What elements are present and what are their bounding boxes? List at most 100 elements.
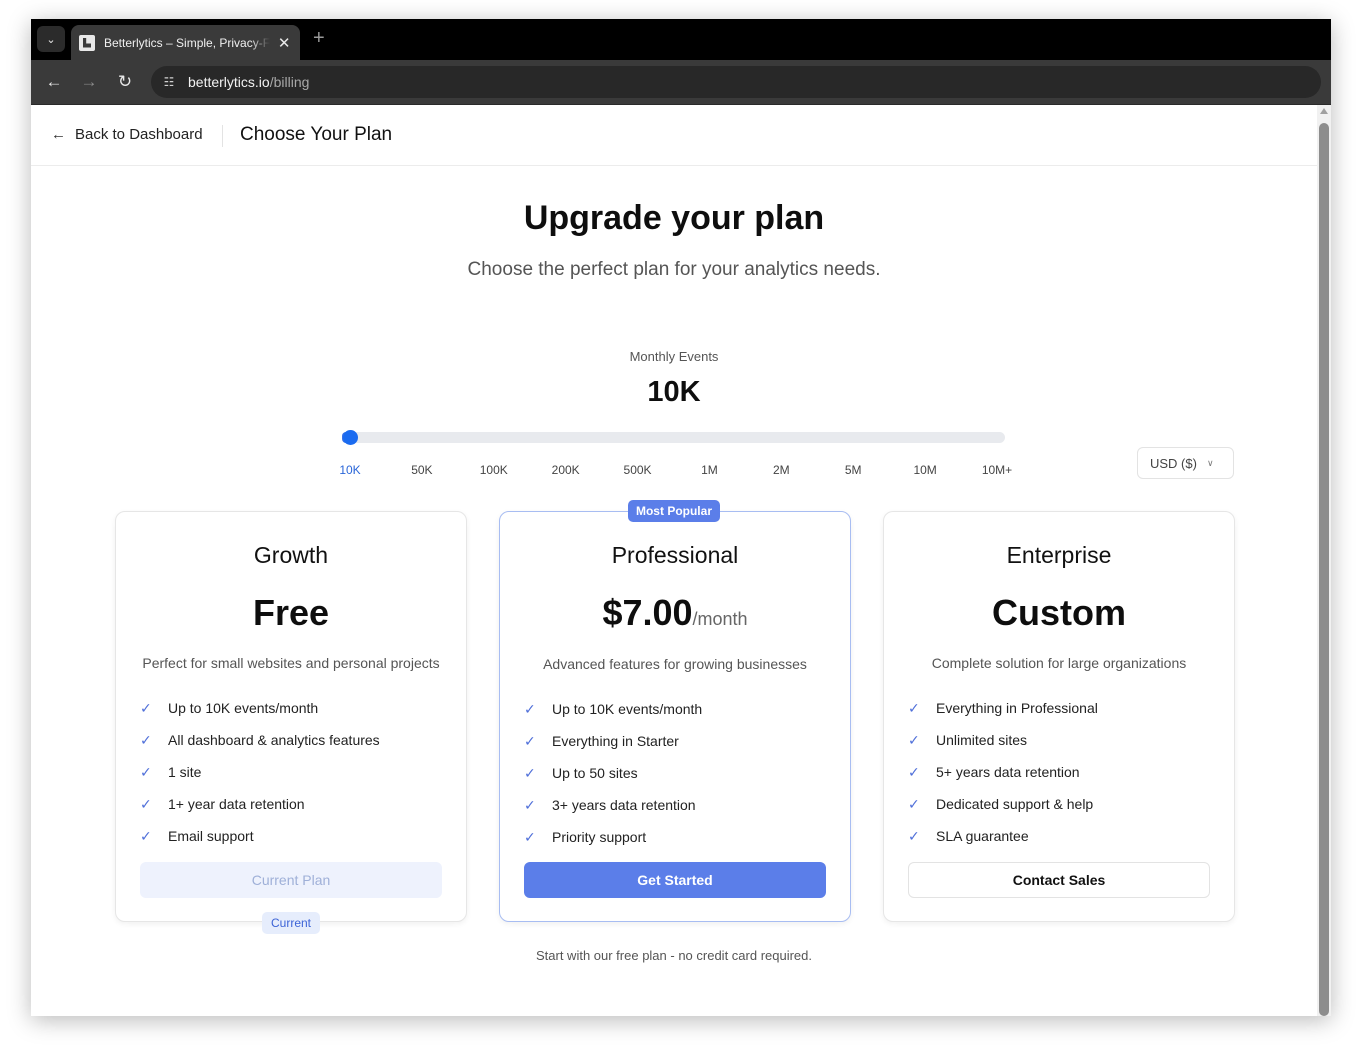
slider-tick[interactable]: 100K	[480, 463, 508, 477]
plan-card-professional: Most Popular Professional $7.00/month Ad…	[499, 500, 851, 922]
feature-label: All dashboard & analytics features	[168, 732, 380, 748]
browser-toolbar: ← → ↻ ☷ betterlytics.io/billing	[31, 60, 1331, 105]
feature-label: Everything in Starter	[552, 733, 679, 749]
plan-price: Free	[116, 592, 466, 634]
slider-tick[interactable]: 50K	[411, 463, 432, 477]
slider-tick[interactable]: 10M+	[982, 463, 1012, 477]
plan-name: Enterprise	[1006, 542, 1112, 568]
page-scrollbar[interactable]	[1317, 105, 1331, 1016]
check-icon: ✓	[524, 828, 536, 845]
hero-subtitle: Choose the perfect plan for your analyti…	[467, 259, 881, 280]
feature-item: ✓ 1 site	[140, 756, 380, 788]
page-title: Choose Your Plan	[240, 124, 393, 145]
tab-search-button[interactable]: ⌄	[37, 26, 65, 52]
slider-tick[interactable]: 1M	[701, 463, 718, 477]
new-tab-plus-icon[interactable]: +	[313, 27, 325, 50]
footnote: Start with our free plan - no credit car…	[535, 948, 813, 963]
slider-tick[interactable]: 2M	[773, 463, 790, 477]
plan-price-value: Free	[252, 592, 330, 633]
feature-label: 5+ years data retention	[936, 764, 1080, 780]
check-icon: ✓	[908, 699, 920, 716]
feature-item: ✓ SLA guarantee	[908, 820, 1098, 852]
site-settings-icon[interactable]: ☷	[161, 74, 177, 90]
header-divider	[222, 125, 223, 147]
slider-tick[interactable]: 500K	[624, 463, 652, 477]
currency-select[interactable]: USD ($) ∨	[1137, 447, 1234, 479]
check-icon: ✓	[140, 699, 152, 716]
close-icon[interactable]: ✕	[276, 34, 292, 52]
plan-features: ✓ Up to 10K events/month ✓ Everything in S…	[524, 693, 702, 853]
monthly-events-label: Monthly Events	[629, 349, 719, 364]
site-favicon-icon	[79, 34, 95, 51]
feature-item: ✓ All dashboard & analytics features	[140, 724, 380, 756]
slider-tick[interactable]: 200K	[552, 463, 580, 477]
plan-features: ✓ Everything in Professional ✓ Unlimited s…	[908, 692, 1098, 852]
plan-name: Professional	[611, 542, 739, 568]
reload-icon[interactable]: ↻	[115, 72, 135, 92]
plan-features: ✓ Up to 10K events/month ✓ All dashboard &…	[140, 692, 380, 852]
scroll-up-icon[interactable]	[1320, 108, 1328, 114]
check-icon: ✓	[908, 795, 920, 812]
address-bar[interactable]: ☷ betterlytics.io/billing	[151, 66, 1321, 98]
feature-item: ✓ 5+ years data retention	[908, 756, 1098, 788]
current-badge: Current	[262, 912, 320, 934]
plan-card-enterprise: Enterprise Custom Complete solution for …	[883, 511, 1235, 922]
check-icon: ✓	[524, 764, 536, 781]
plan-name: Growth	[253, 542, 329, 568]
feature-label: Everything in Professional	[936, 700, 1098, 716]
plan-price-value: Custom	[992, 592, 1126, 633]
feature-label: 1 site	[168, 764, 202, 780]
plan-price: $7.00/month	[500, 592, 850, 634]
back-arrow-icon[interactable]: ←	[44, 72, 64, 92]
back-to-dashboard-link[interactable]: ← Back to Dashboard	[51, 126, 203, 143]
hero-title: Upgrade your plan	[523, 199, 825, 237]
plan-price-unit: /month	[692, 609, 748, 629]
feature-item: ✓ 1+ year data retention	[140, 788, 380, 820]
feature-label: Up to 10K events/month	[552, 701, 703, 717]
contact-sales-button[interactable]: Contact Sales	[908, 862, 1210, 898]
check-icon: ✓	[140, 731, 152, 748]
chevron-down-icon: ⌄	[46, 33, 56, 46]
feature-label: Priority support	[552, 829, 647, 845]
tab-strip: ⌄ Betterlytics – Simple, Privacy-Friendl…	[31, 19, 1331, 60]
plan-card-growth: Growth Free Perfect for small websites a…	[115, 511, 467, 934]
slider-thumb[interactable]	[343, 430, 358, 445]
url-path: /billing	[269, 74, 310, 90]
arrow-left-icon: ←	[51, 126, 66, 143]
chevron-down-icon: ∨	[1206, 457, 1214, 468]
feature-label: Dedicated support & help	[936, 796, 1094, 812]
feature-item: ✓ Dedicated support & help	[908, 788, 1098, 820]
feature-item: ✓ Up to 50 sites	[524, 757, 702, 789]
check-icon: ✓	[140, 763, 152, 780]
url-host: betterlytics.io	[188, 74, 270, 90]
current-plan-button[interactable]: Current Plan	[140, 862, 442, 898]
feature-item: ✓ Up to 10K events/month	[524, 693, 702, 725]
browser-tab[interactable]: Betterlytics – Simple, Privacy-Friendly …	[71, 25, 300, 60]
feature-label: SLA guarantee	[936, 828, 1029, 844]
feature-label: Up to 50 sites	[552, 765, 638, 781]
check-icon: ✓	[908, 827, 920, 844]
plan-price-value: $7.00	[602, 592, 693, 633]
slider-tick[interactable]: 10M	[913, 463, 936, 477]
slider-tick[interactable]: 5M	[845, 463, 862, 477]
scroll-thumb[interactable]	[1319, 123, 1329, 1016]
slider-tick[interactable]: 10K	[339, 463, 360, 477]
feature-item: ✓ Everything in Professional	[908, 692, 1098, 724]
forward-arrow-icon[interactable]: →	[79, 72, 99, 92]
get-started-button[interactable]: Get Started	[524, 862, 826, 898]
back-link-label: Back to Dashboard	[75, 126, 203, 143]
events-slider[interactable]	[342, 430, 1005, 445]
feature-item: ✓ 3+ years data retention	[524, 789, 702, 821]
currency-value: USD ($)	[1150, 455, 1197, 471]
feature-item: ✓ Email support	[140, 820, 380, 852]
feature-label: 3+ years data retention	[552, 797, 696, 813]
page-header: ← Back to Dashboard Choose Your Plan	[31, 105, 1317, 166]
browser-window: ⌄ Betterlytics – Simple, Privacy-Friendl…	[31, 19, 1331, 1016]
feature-item: ✓ Up to 10K events/month	[140, 692, 380, 724]
check-icon: ✓	[908, 763, 920, 780]
most-popular-badge: Most Popular	[628, 500, 720, 522]
check-icon: ✓	[140, 827, 152, 844]
plan-description: Complete solution for large organization…	[931, 655, 1187, 671]
feature-label: Unlimited sites	[936, 732, 1028, 748]
check-icon: ✓	[140, 795, 152, 812]
